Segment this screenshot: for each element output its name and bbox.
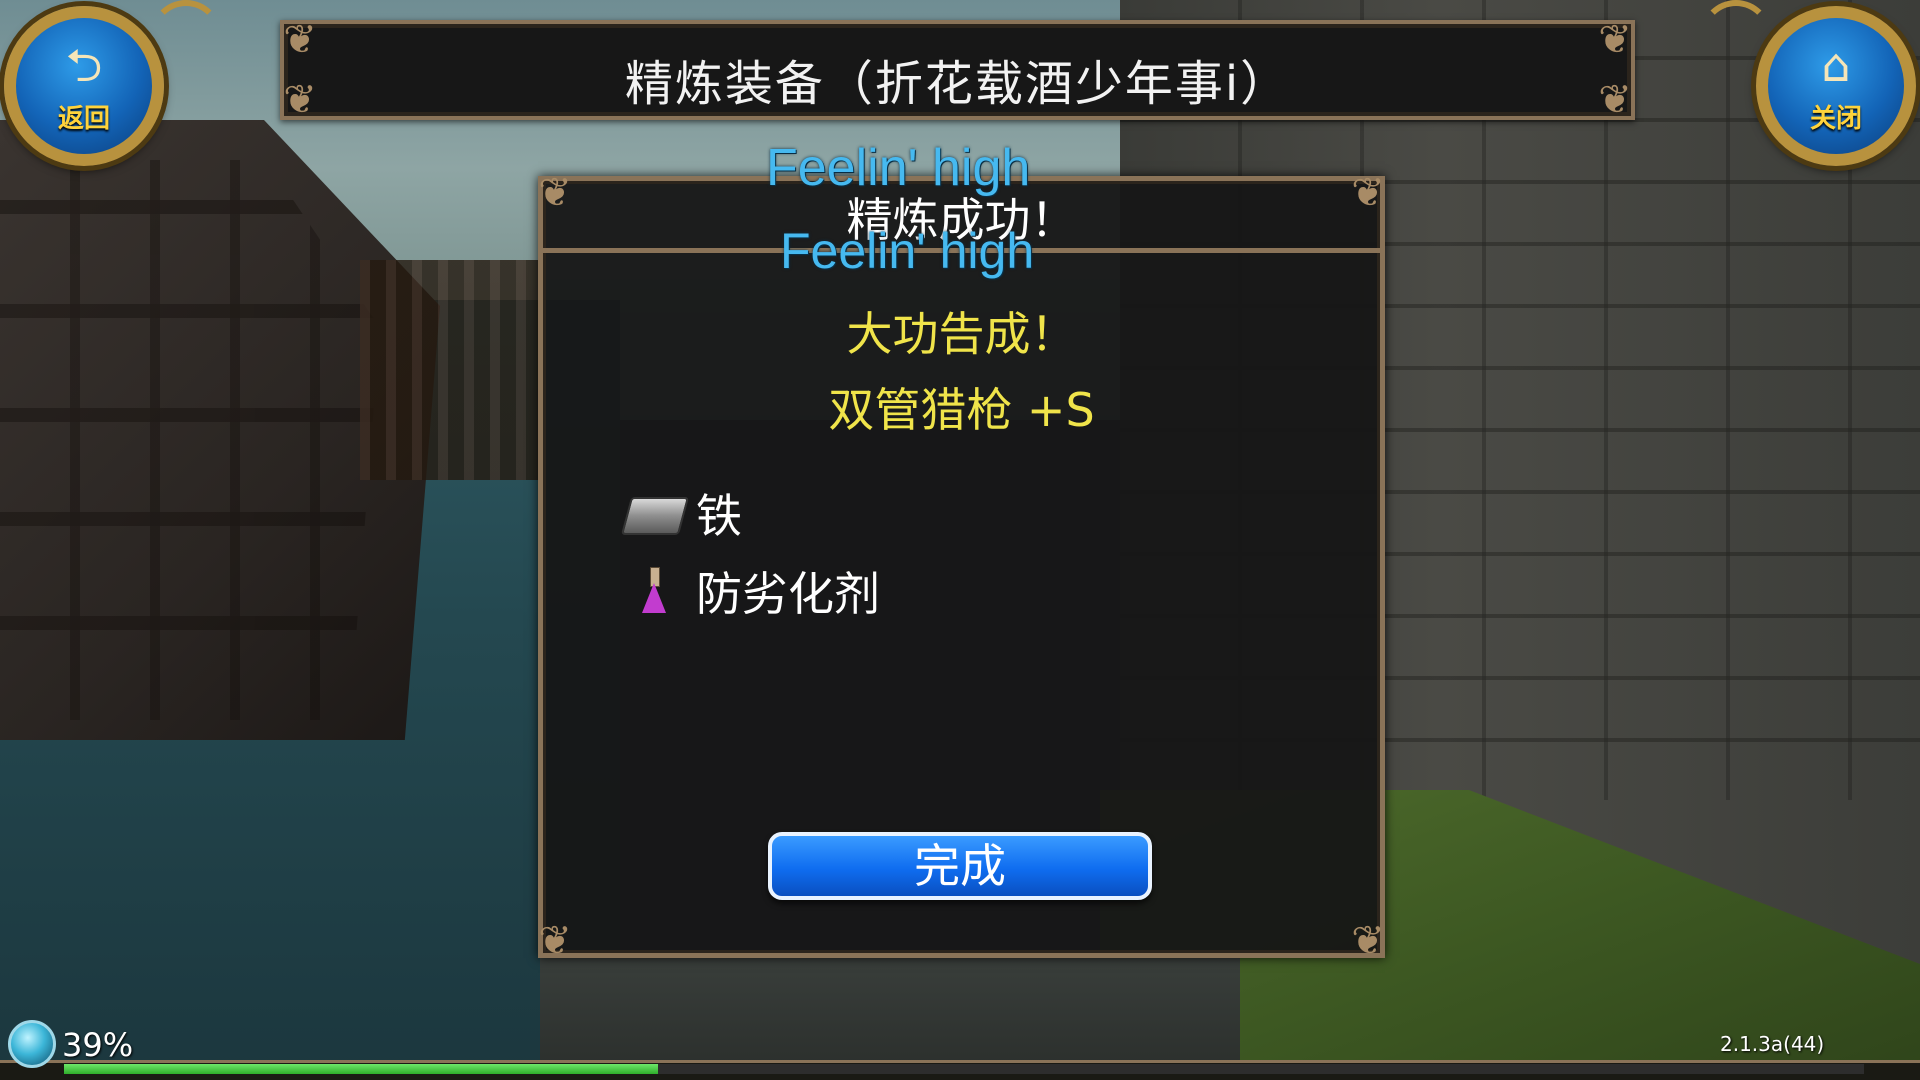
progress-fill — [64, 1064, 658, 1074]
page-title: 精炼装备（折花载酒少年事i） — [624, 56, 1291, 112]
house-beams — [0, 160, 380, 720]
back-button[interactable]: ⮌ 返回 — [4, 6, 164, 166]
result-message: 大功告成！ — [846, 307, 1077, 361]
material-item: 防劣化剂 — [622, 556, 880, 626]
lyric-overlay: Feelin' high — [780, 223, 1035, 279]
version-label: 2.1.3a(44) — [1720, 1032, 1825, 1056]
lyric-overlay: Feelin' high — [766, 139, 1031, 197]
ornament-corner-icon: ❦ — [538, 918, 572, 964]
orb-icon — [8, 1020, 56, 1068]
back-button-label: 返回 — [57, 104, 110, 134]
material-name: 铁 — [696, 489, 742, 543]
close-button-label: 关闭 — [1809, 104, 1862, 134]
material-name: 防劣化剂 — [696, 567, 880, 621]
iron-ingot-icon — [620, 483, 690, 543]
wooden-dock — [360, 260, 540, 480]
home-icon: ⌂ — [1821, 38, 1851, 92]
progress-bar — [64, 1064, 1864, 1074]
done-button[interactable]: 完成 — [768, 832, 1152, 900]
refined-item-name: 双管猎枪 +S — [828, 383, 1095, 437]
progress-percent: 39% — [62, 1026, 134, 1064]
undo-arrow-icon: ⮌ — [65, 38, 103, 92]
material-item: 铁 — [620, 478, 742, 548]
ornament-corner-icon: ❦ — [1351, 918, 1385, 964]
title-bar: ❦ ❦ ❦ ❦ 精炼装备（折花载酒少年事i） — [280, 17, 1635, 123]
potion-flask-icon — [622, 561, 682, 621]
close-button[interactable]: ⌂ 关闭 — [1756, 6, 1916, 166]
